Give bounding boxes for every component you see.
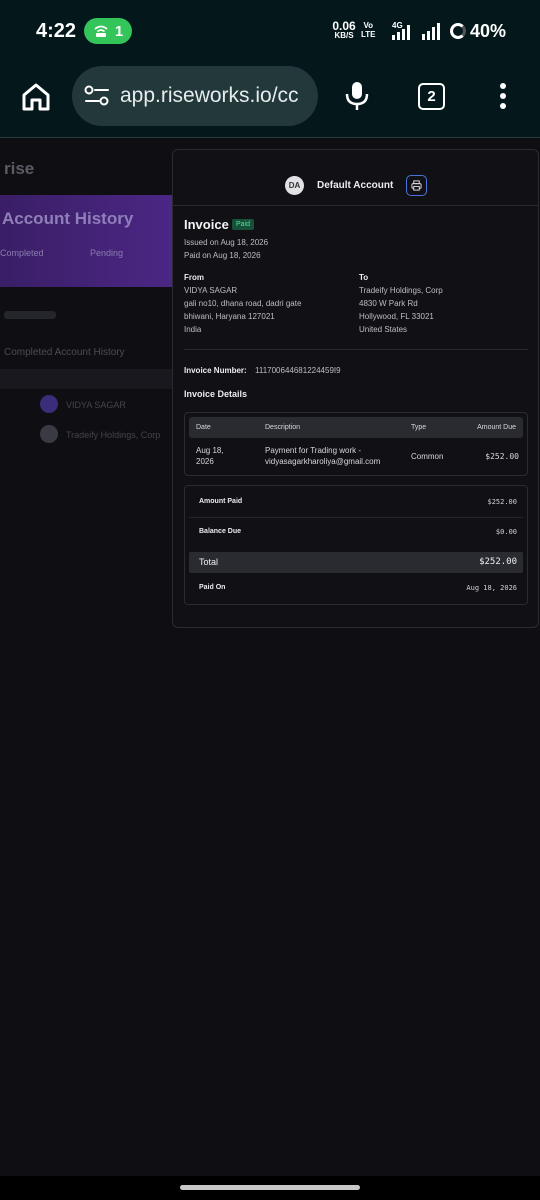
print-button[interactable] (406, 175, 427, 196)
network-speed: 0.06 KB/S (330, 20, 358, 40)
paid-date: Paid on Aug 18, 2026 (184, 251, 261, 260)
section-title: Completed Account History (4, 347, 125, 358)
account-name: Default Account (317, 180, 394, 191)
balance-due-label: Balance Due (199, 528, 242, 535)
avatar (40, 425, 58, 443)
table-header: Date Description Type Amount Due (189, 417, 523, 438)
invoice-number: 111700644681224459I9 (255, 366, 341, 375)
row-description-line2: vidyasagarkharoliya@gmail.com (265, 457, 381, 466)
to-line: 4830 W Park Rd (359, 299, 418, 308)
to-line: Hollywood, FL 33021 (359, 312, 434, 321)
microphone-icon[interactable] (344, 80, 370, 112)
amount-paid-label: Amount Paid (199, 498, 243, 505)
printer-icon (411, 180, 422, 191)
row-description: Payment for Trading work - vidyasagarkha… (265, 445, 380, 467)
tab-completed[interactable]: Completed (0, 248, 44, 258)
to-line: United States (359, 325, 408, 334)
gesture-handle[interactable] (180, 1185, 360, 1190)
invoice-table: Date Description Type Amount Due Aug 18,… (184, 412, 528, 476)
balance-due-value: $0.00 (495, 528, 517, 536)
row-amount: $252.00 (485, 452, 519, 461)
row-date-line1: Aug 18, (196, 446, 224, 455)
from-line: bhiwani, Haryana 127021 (184, 312, 275, 321)
tab-switcher-button[interactable]: 2 (418, 83, 445, 110)
list-item[interactable]: VIDYA SAGAR (66, 400, 126, 410)
total-row: Total $252.00 (189, 552, 523, 573)
status-badge: Paid (232, 219, 255, 230)
status-time: 4:22 (36, 20, 77, 42)
volte-line1: Vo (363, 21, 374, 30)
browser-toolbar: app.riseworks.io/cc 2 (0, 64, 540, 138)
row-date-line2: 2026 (196, 457, 214, 466)
hotspot-indicator: 1 (84, 18, 132, 44)
divider (184, 349, 528, 350)
avatar (40, 395, 58, 413)
paid-on-label: Paid On (199, 584, 226, 591)
status-bar: 4:22 1 0.06 KB/S Vo LTE 4G 40% (0, 0, 540, 64)
from-line: gali no10, dhana road, dadri gate (184, 299, 302, 308)
site-settings-icon[interactable] (84, 85, 110, 107)
row-date: Aug 18, 2026 (196, 445, 224, 467)
tab-pending[interactable]: Pending (90, 248, 123, 258)
network-type-label: 4G (392, 21, 403, 30)
address-bar[interactable]: app.riseworks.io/cc (72, 66, 318, 126)
account-avatar: DA (285, 176, 304, 195)
invoice-modal: DA Default Account Invoice Paid Issued o… (172, 149, 539, 628)
row-description-line1: Payment for Trading work - (265, 446, 362, 455)
battery-icon (450, 23, 466, 39)
account-history-banner: Account History Completed Pending (0, 195, 175, 287)
signal-4g-icon: 4G (392, 21, 410, 40)
network-speed-unit: KB/S (334, 31, 354, 40)
banner-title: Account History (2, 209, 134, 228)
total-value: $252.00 (479, 557, 517, 567)
from-line: VIDYA SAGAR (184, 286, 238, 295)
amount-paid-value: $252.00 (487, 498, 517, 506)
payment-summary: Amount Paid $252.00 Balance Due $0.00 To… (184, 485, 528, 605)
from-line: India (184, 325, 202, 334)
invoice-details-title: Invoice Details (184, 389, 248, 399)
volte-indicator: Vo LTE (361, 21, 376, 39)
hotspot-icon (94, 25, 108, 37)
total-label: Total (199, 557, 219, 567)
rise-logo: rise (4, 159, 35, 178)
row-type: Common (411, 452, 444, 461)
system-nav-bar (0, 1176, 540, 1200)
hotspot-count: 1 (114, 22, 124, 40)
modal-header: DA Default Account (173, 150, 538, 206)
column-header-description: Description (265, 424, 301, 431)
invoice-number-label: Invoice Number: (184, 366, 247, 375)
to-label: To (359, 273, 369, 282)
list-item[interactable]: Tradeify Holdings, Corp (66, 430, 160, 440)
column-header-date: Date (196, 424, 211, 431)
to-line: Tradeify Holdings, Corp (359, 286, 443, 295)
home-icon[interactable] (20, 81, 52, 113)
issued-date: Issued on Aug 18, 2026 (184, 238, 269, 247)
column-header-type: Type (411, 424, 427, 431)
volte-line2: LTE (361, 30, 376, 39)
url-text: app.riseworks.io/cc (120, 84, 299, 107)
paid-on-value: Aug 18, 2026 (466, 584, 517, 592)
table-header-bar (0, 369, 175, 389)
divider (189, 517, 523, 518)
invoice-title: Invoice (184, 217, 229, 232)
signal-strength-icon (422, 23, 440, 40)
from-label: From (184, 273, 204, 282)
battery-percent: 40% (470, 21, 507, 41)
column-header-amount: Amount Due (477, 424, 516, 431)
more-options-icon[interactable] (499, 82, 507, 110)
filter-placeholder (4, 311, 56, 319)
